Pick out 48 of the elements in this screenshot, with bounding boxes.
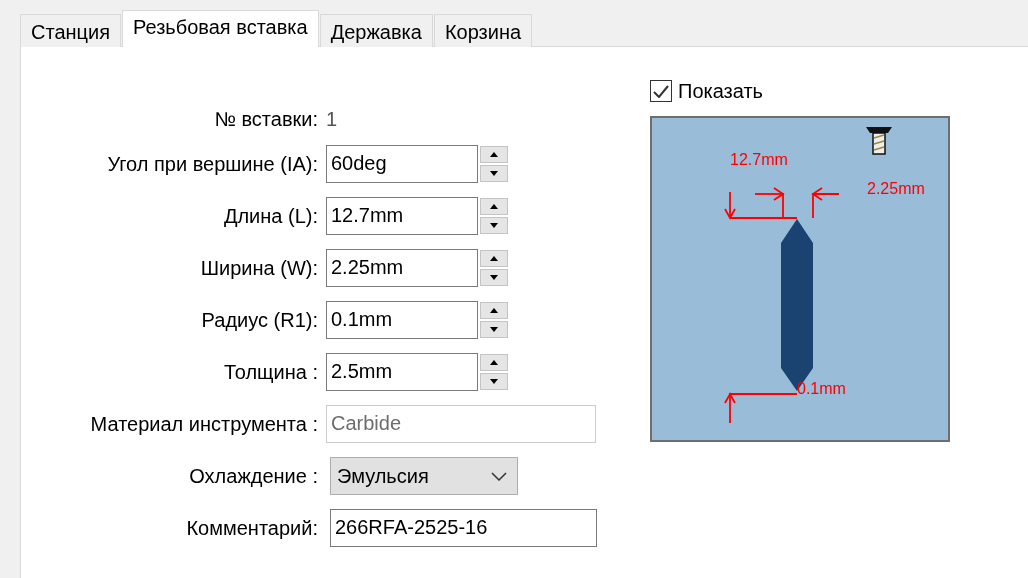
dimension-label: 0.1mm	[797, 380, 846, 397]
field-label: № вставки:	[214, 108, 318, 131]
spin-up-button[interactable]	[480, 302, 508, 319]
up-arrow-icon	[489, 203, 499, 210]
field-label: Охлаждение :	[189, 464, 318, 488]
tab[interactable]: Резьбовая вставка	[122, 10, 319, 47]
checkbox-label: Показать	[678, 79, 764, 103]
insert-number: 1	[326, 108, 339, 131]
dimension-label: 12.7mm	[730, 151, 788, 168]
input-field[interactable]: 2.5mm	[326, 353, 478, 391]
down-arrow-icon	[489, 222, 499, 229]
tab[interactable]: Державка	[319, 14, 433, 47]
tab[interactable]: Корзина	[433, 14, 533, 47]
spin-up-button[interactable]	[480, 146, 508, 163]
checkbox[interactable]	[650, 80, 672, 102]
screw-icon	[866, 127, 892, 155]
input-field[interactable]: 266RFA-2525-16	[330, 509, 597, 547]
field-label: Материал инструмента :	[90, 412, 318, 436]
dimension-label: 2.25mm	[867, 180, 925, 197]
down-arrow-icon	[489, 274, 499, 281]
down-arrow-icon	[489, 170, 499, 177]
chevron-down-icon	[491, 471, 507, 481]
field-label: Толщина :	[224, 360, 318, 384]
input-field[interactable]: 0.1mm	[326, 301, 478, 339]
input-field[interactable]: 2.25mm	[326, 249, 478, 287]
spin-up-button[interactable]	[480, 354, 508, 371]
field-label: Комментарий:	[186, 516, 318, 540]
up-arrow-icon	[489, 151, 499, 158]
up-arrow-icon	[489, 255, 499, 262]
dropdown[interactable]: Эмульсия	[330, 457, 518, 495]
field-label: Угол при вершине (IA):	[107, 152, 318, 176]
spin-down-button[interactable]	[480, 165, 508, 182]
up-arrow-icon	[489, 359, 499, 366]
spin-down-button[interactable]	[480, 217, 508, 234]
down-arrow-icon	[489, 378, 499, 385]
spin-down-button[interactable]	[480, 373, 508, 390]
input-field[interactable]: 60deg	[326, 145, 478, 183]
field-label: Длина (L):	[223, 204, 318, 228]
field-label: Радиус (R1):	[201, 308, 318, 332]
spin-up-button[interactable]	[480, 250, 508, 267]
spin-up-button[interactable]	[480, 198, 508, 215]
spin-down-button[interactable]	[480, 269, 508, 286]
spin-down-button[interactable]	[480, 321, 508, 338]
down-arrow-icon	[489, 326, 499, 333]
up-arrow-icon	[489, 307, 499, 314]
input-field[interactable]: 12.7mm	[326, 197, 478, 235]
field-label: Ширина (W):	[200, 256, 318, 280]
tab[interactable]: Станция	[20, 14, 121, 47]
